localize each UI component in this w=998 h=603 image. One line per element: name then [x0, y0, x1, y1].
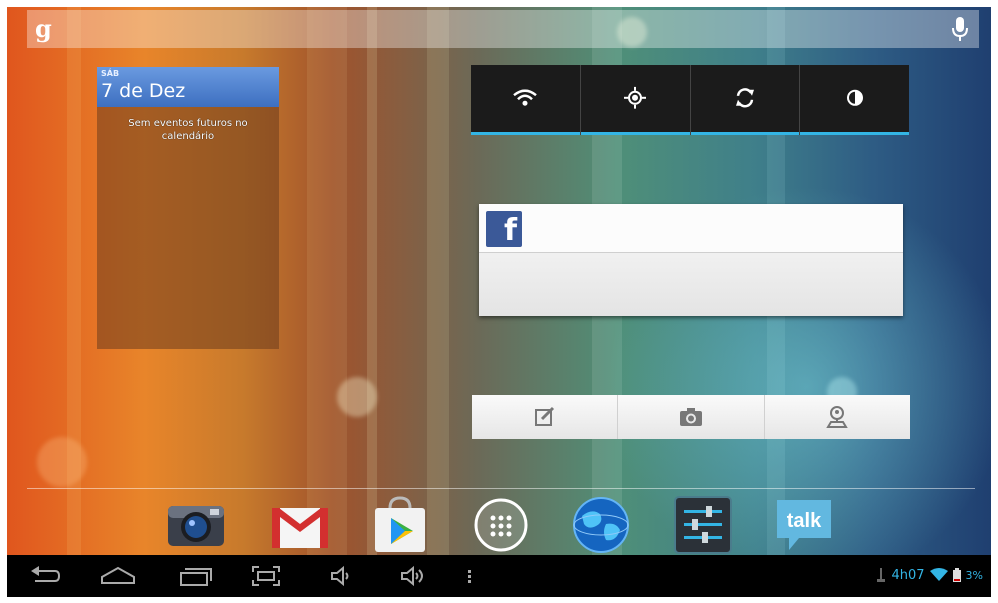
camera-app-icon — [168, 506, 224, 546]
play-store-app[interactable] — [369, 494, 431, 556]
google-g-icon[interactable]: g — [35, 14, 52, 43]
google-search-bar[interactable]: g — [27, 10, 979, 48]
mic-icon[interactable] — [951, 16, 969, 42]
checkin-button[interactable] — [765, 395, 910, 439]
edit-icon — [534, 406, 554, 426]
home-screen: g SÁB 7 de Dez Sem eventos futuros no ca… — [7, 7, 991, 597]
usb-icon — [877, 568, 886, 582]
status-area[interactable]: 4h07 3% — [876, 567, 983, 583]
facebook-widget[interactable]: f — [479, 204, 903, 316]
battery-percentage: 3% — [965, 568, 983, 582]
gps-toggle[interactable] — [580, 65, 691, 135]
gps-icon — [624, 86, 647, 109]
back-icon[interactable] — [29, 565, 61, 587]
battery-icon — [952, 568, 961, 582]
facebook-actions-widget — [472, 395, 910, 439]
system-navigation-bar: 4h07 3% — [7, 555, 991, 597]
talk-label: talk — [787, 510, 822, 532]
volume-down-icon[interactable] — [330, 565, 352, 587]
apps-grid-icon — [474, 498, 528, 552]
clock: 4h07 — [891, 567, 925, 583]
power-control-widget — [471, 65, 909, 135]
volume-up-icon[interactable] — [400, 565, 428, 587]
recents-icon[interactable] — [179, 565, 213, 587]
dock-divider — [27, 488, 975, 489]
calendar-header: SÁB 7 de Dez — [97, 67, 279, 107]
wifi-status-icon — [929, 568, 948, 581]
camera-button[interactable] — [618, 395, 765, 439]
brightness-toggle[interactable] — [800, 65, 909, 135]
calendar-date: 7 de Dez — [101, 80, 186, 102]
sync-toggle[interactable] — [690, 65, 801, 135]
menu-icon[interactable] — [465, 565, 473, 587]
settings-app[interactable] — [672, 494, 734, 556]
calendar-day-of-week: SÁB — [101, 69, 120, 78]
facebook-icon[interactable]: f — [486, 211, 522, 247]
gmail-app[interactable] — [269, 494, 331, 556]
calendar-widget[interactable]: SÁB 7 de Dez Sem eventos futuros no cale… — [97, 67, 279, 349]
globe-icon — [573, 497, 629, 553]
calendar-empty-message: Sem eventos futuros no calendário — [128, 118, 248, 142]
browser-app[interactable] — [570, 494, 632, 556]
gmail-icon — [272, 508, 328, 548]
brightness-icon — [846, 89, 863, 106]
sync-icon — [735, 88, 754, 108]
location-person-icon — [826, 406, 849, 428]
home-icon[interactable] — [100, 565, 136, 587]
screenshot-icon[interactable] — [251, 565, 281, 587]
settings-sliders-icon — [674, 496, 732, 554]
compose-button[interactable] — [472, 395, 619, 439]
camera-app[interactable] — [165, 494, 227, 556]
talk-icon: talk — [777, 500, 831, 550]
facebook-widget-header: f — [479, 204, 903, 253]
wifi-toggle[interactable] — [471, 65, 581, 135]
camera-icon — [679, 408, 702, 426]
play-store-icon — [375, 496, 425, 552]
wifi-icon — [513, 89, 538, 106]
all-apps[interactable] — [470, 494, 532, 556]
talk-app[interactable]: talk — [773, 494, 835, 556]
